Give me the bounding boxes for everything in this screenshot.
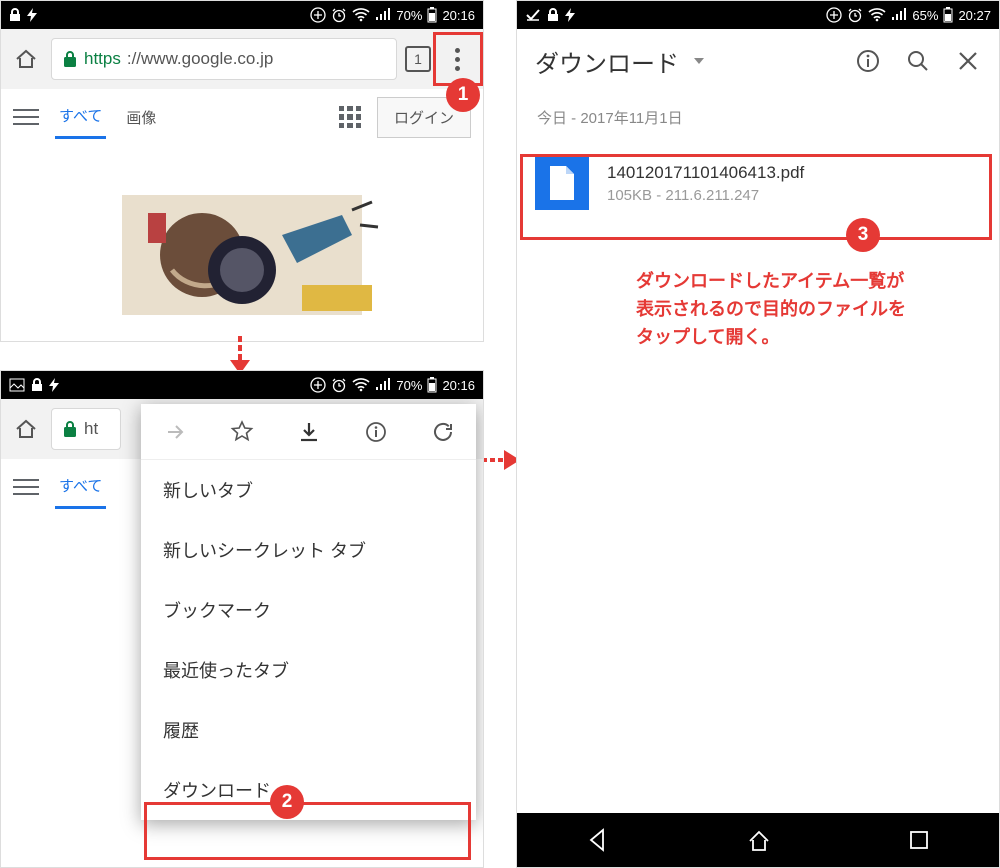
- lightning-icon: [49, 378, 59, 392]
- battery-icon: [427, 377, 437, 393]
- apps-grid-icon[interactable]: [339, 106, 361, 128]
- plus-circle-icon: [310, 377, 326, 393]
- signal-icon: [375, 378, 391, 392]
- home-button[interactable]: [9, 412, 43, 446]
- home-button[interactable]: [9, 42, 43, 76]
- lock-icon: [9, 8, 21, 22]
- plus-circle-icon: [310, 7, 326, 23]
- downloads-appbar: ダウンロード: [517, 29, 999, 93]
- battery-icon: [427, 7, 437, 23]
- info-icon[interactable]: [364, 420, 388, 444]
- address-bar: https ://www.google.co.jp 1: [1, 29, 483, 89]
- battery-pct: 65%: [912, 8, 938, 23]
- battery-icon: [943, 7, 953, 23]
- status-bar: 65% 20:27: [517, 1, 999, 29]
- caption-text: ダウンロードしたアイテム一覧が 表示されるので目的のファイルを タップして開く。: [636, 268, 906, 352]
- clock-time: 20:16: [442, 8, 475, 23]
- status-bar: 70% 20:16: [1, 1, 483, 29]
- check-icon: [525, 8, 541, 22]
- url-rest: ht: [84, 419, 98, 439]
- callout-badge-2: 2: [270, 785, 304, 819]
- hamburger-menu-icon[interactable]: [13, 479, 39, 495]
- forward-icon[interactable]: [163, 420, 187, 444]
- lightning-icon: [565, 8, 575, 22]
- tab-all[interactable]: すべて: [55, 95, 106, 139]
- clock-time: 20:27: [958, 8, 991, 23]
- tab-images[interactable]: 画像: [122, 97, 160, 138]
- url-input[interactable]: https ://www.google.co.jp: [51, 38, 397, 80]
- star-icon[interactable]: [230, 420, 254, 444]
- clock-time: 20:16: [442, 378, 475, 393]
- secure-lock-icon: [62, 420, 78, 438]
- signal-icon: [375, 8, 391, 22]
- home-nav-icon[interactable]: [746, 827, 772, 853]
- google-toolbar: すべて 画像 ログイン: [1, 89, 483, 145]
- android-navbar: [517, 813, 999, 867]
- url-rest: ://www.google.co.jp: [127, 49, 273, 69]
- download-icon[interactable]: [297, 420, 321, 444]
- dropdown-caret-icon[interactable]: [691, 53, 707, 69]
- lock-icon: [31, 378, 43, 392]
- wifi-icon: [352, 378, 370, 392]
- status-bar: 70% 20:16: [1, 371, 483, 399]
- lightning-icon: [27, 8, 37, 22]
- overflow-menu-panel: 新しいタブ 新しいシークレット タブ ブックマーク 最近使ったタブ 履歴 ダウン…: [141, 404, 476, 820]
- downloads-date-header: 今日 - 2017年11月1日: [517, 93, 999, 138]
- alarm-icon: [331, 377, 347, 393]
- callout-box-2: [144, 802, 471, 860]
- wifi-icon: [352, 8, 370, 22]
- menu-incognito[interactable]: 新しいシークレット タブ: [141, 520, 476, 580]
- plus-circle-icon: [826, 7, 842, 23]
- signal-icon: [891, 8, 907, 22]
- callout-box-3: [520, 154, 992, 240]
- google-doodle[interactable]: [1, 145, 483, 325]
- menu-bookmarks[interactable]: ブックマーク: [141, 580, 476, 640]
- url-input[interactable]: ht: [51, 408, 121, 450]
- battery-pct: 70%: [396, 378, 422, 393]
- alarm-icon: [847, 7, 863, 23]
- search-icon[interactable]: [905, 48, 931, 74]
- back-nav-icon[interactable]: [585, 827, 611, 853]
- hamburger-menu-icon[interactable]: [13, 109, 39, 125]
- recents-nav-icon[interactable]: [907, 828, 931, 852]
- menu-new-tab[interactable]: 新しいタブ: [141, 460, 476, 520]
- url-https: https: [84, 49, 121, 69]
- callout-badge-3: 3: [846, 218, 880, 252]
- alarm-icon: [331, 7, 347, 23]
- menu-history[interactable]: 履歴: [141, 700, 476, 760]
- secure-lock-icon: [62, 50, 78, 68]
- tab-all[interactable]: すべて: [55, 465, 106, 509]
- menu-recent-tabs[interactable]: 最近使ったタブ: [141, 640, 476, 700]
- wifi-icon: [868, 8, 886, 22]
- tab-count-button[interactable]: 1: [405, 46, 431, 72]
- close-icon[interactable]: [955, 48, 981, 74]
- downloads-title: ダウンロード: [535, 44, 679, 79]
- refresh-icon[interactable]: [431, 420, 455, 444]
- image-icon: [9, 378, 25, 392]
- lock-icon: [547, 8, 559, 22]
- battery-pct: 70%: [396, 8, 422, 23]
- callout-badge-1: 1: [446, 78, 480, 112]
- info-icon[interactable]: [855, 48, 881, 74]
